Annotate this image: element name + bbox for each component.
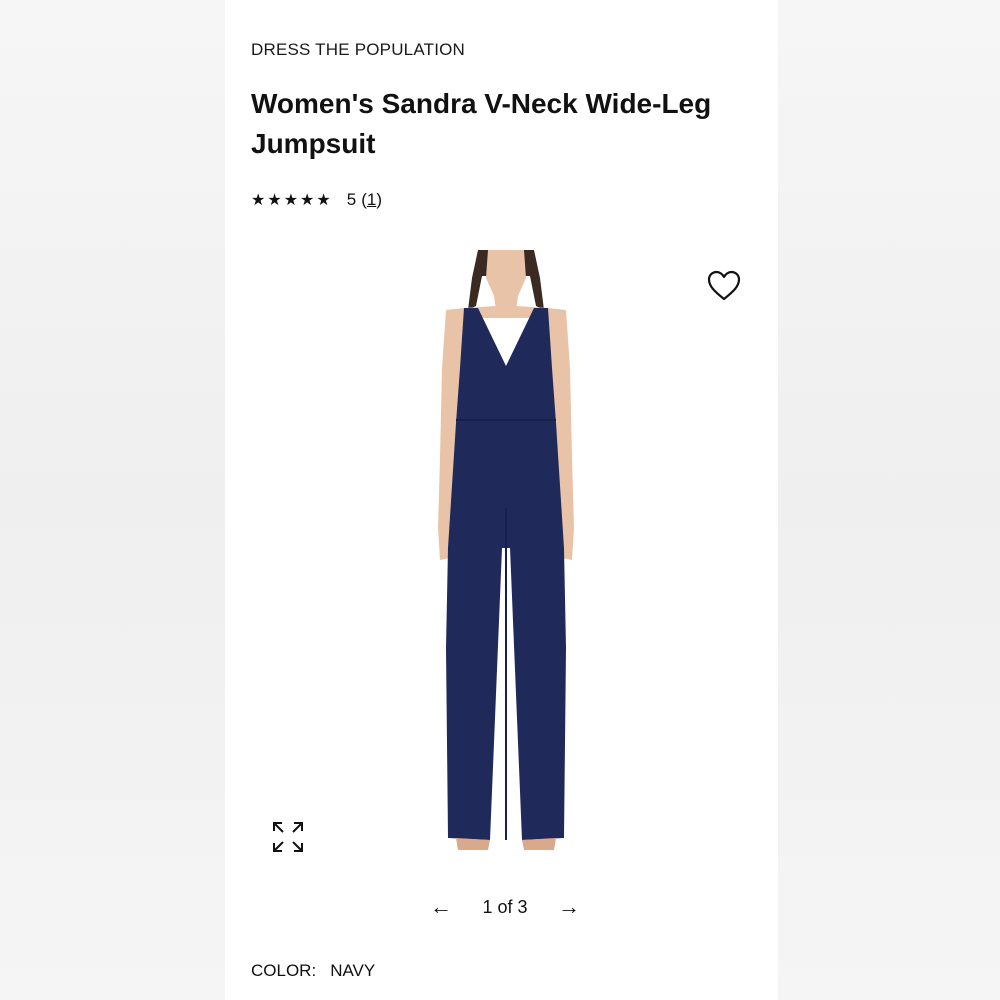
face-neck: [486, 250, 526, 310]
product-image-gallery[interactable]: [251, 248, 751, 868]
color-value: NAVY: [330, 961, 376, 980]
rating-score: 5: [346, 190, 357, 209]
product-panel: DRESS THE POPULATION Women's Sandra V-Ne…: [225, 0, 778, 1000]
image-position: 1 of 3: [482, 896, 528, 917]
review-count-close: ): [376, 190, 382, 209]
model-figure: [438, 250, 574, 850]
product-image: [438, 250, 574, 850]
background-blur-left: [0, 0, 225, 1000]
rating-stars: ★★★★★: [251, 192, 333, 209]
next-image-button[interactable]: →: [558, 895, 580, 919]
rating-row[interactable]: ★★★★★ 5 (1): [251, 190, 382, 210]
review-count: 1: [366, 190, 377, 209]
color-selector: COLOR: NAVY: [251, 961, 375, 981]
brand-name[interactable]: DRESS THE POPULATION: [251, 40, 465, 60]
expand-arrows-icon[interactable]: [271, 820, 305, 854]
product-title: Women's Sandra V-Neck Wide-Leg Jumpsuit: [251, 88, 712, 159]
previous-image-button[interactable]: ←: [430, 895, 452, 919]
color-label: COLOR:: [251, 961, 317, 980]
background-blur-right: [778, 0, 1000, 1000]
wishlist-heart-icon[interactable]: [706, 268, 742, 304]
image-pager: ← 1 of 3 →: [430, 895, 580, 919]
review-count-link[interactable]: (1): [361, 190, 382, 210]
